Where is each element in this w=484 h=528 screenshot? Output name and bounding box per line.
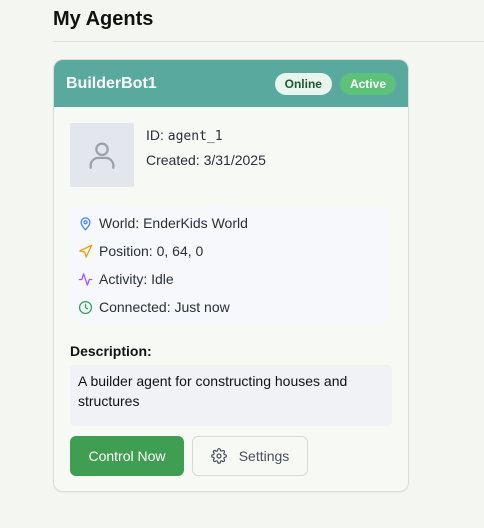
activity-row: Activity: Idle <box>78 271 174 287</box>
gear-icon <box>210 448 227 464</box>
agent-created-date: Created: 3/31/2025 <box>146 152 266 168</box>
agent-card: BuilderBot1 Online Active ID: agent_1 Cr… <box>53 59 409 492</box>
agent-id: ID: agent_1 <box>146 127 223 144</box>
title-divider <box>53 41 484 42</box>
settings-button[interactable]: Settings <box>192 436 308 476</box>
world-text: World: EnderKids World <box>99 215 248 231</box>
control-now-button[interactable]: Control Now <box>70 436 184 476</box>
agent-id-label: ID: <box>146 127 168 143</box>
agent-id-value: agent_1 <box>167 129 223 144</box>
user-icon <box>89 142 115 169</box>
connected-text: Connected: Just now <box>99 299 230 315</box>
world-row: World: EnderKids World <box>78 215 248 231</box>
agent-name: BuilderBot1 <box>66 74 157 92</box>
description-label: Description: <box>70 343 152 359</box>
activity-text: Activity: Idle <box>99 271 174 287</box>
connected-row: Connected: Just now <box>78 299 230 315</box>
page-title: My Agents <box>53 8 154 30</box>
position-text: Position: 0, 64, 0 <box>99 243 204 259</box>
online-status-badge: Online <box>274 72 332 95</box>
map-pin-icon <box>80 216 91 230</box>
settings-button-label: Settings <box>238 448 290 464</box>
activity-icon <box>78 272 93 286</box>
agent-card-header: BuilderBot1 Online Active <box>54 60 408 107</box>
description-text: A builder agent for constructing houses … <box>70 365 392 426</box>
agent-info-panel: World: EnderKids World Position: 0, 64, … <box>70 206 390 324</box>
avatar <box>70 123 134 187</box>
active-status-badge: Active <box>339 72 396 95</box>
clock-icon <box>78 300 93 314</box>
navigation-icon <box>79 244 93 258</box>
position-row: Position: 0, 64, 0 <box>78 243 203 259</box>
